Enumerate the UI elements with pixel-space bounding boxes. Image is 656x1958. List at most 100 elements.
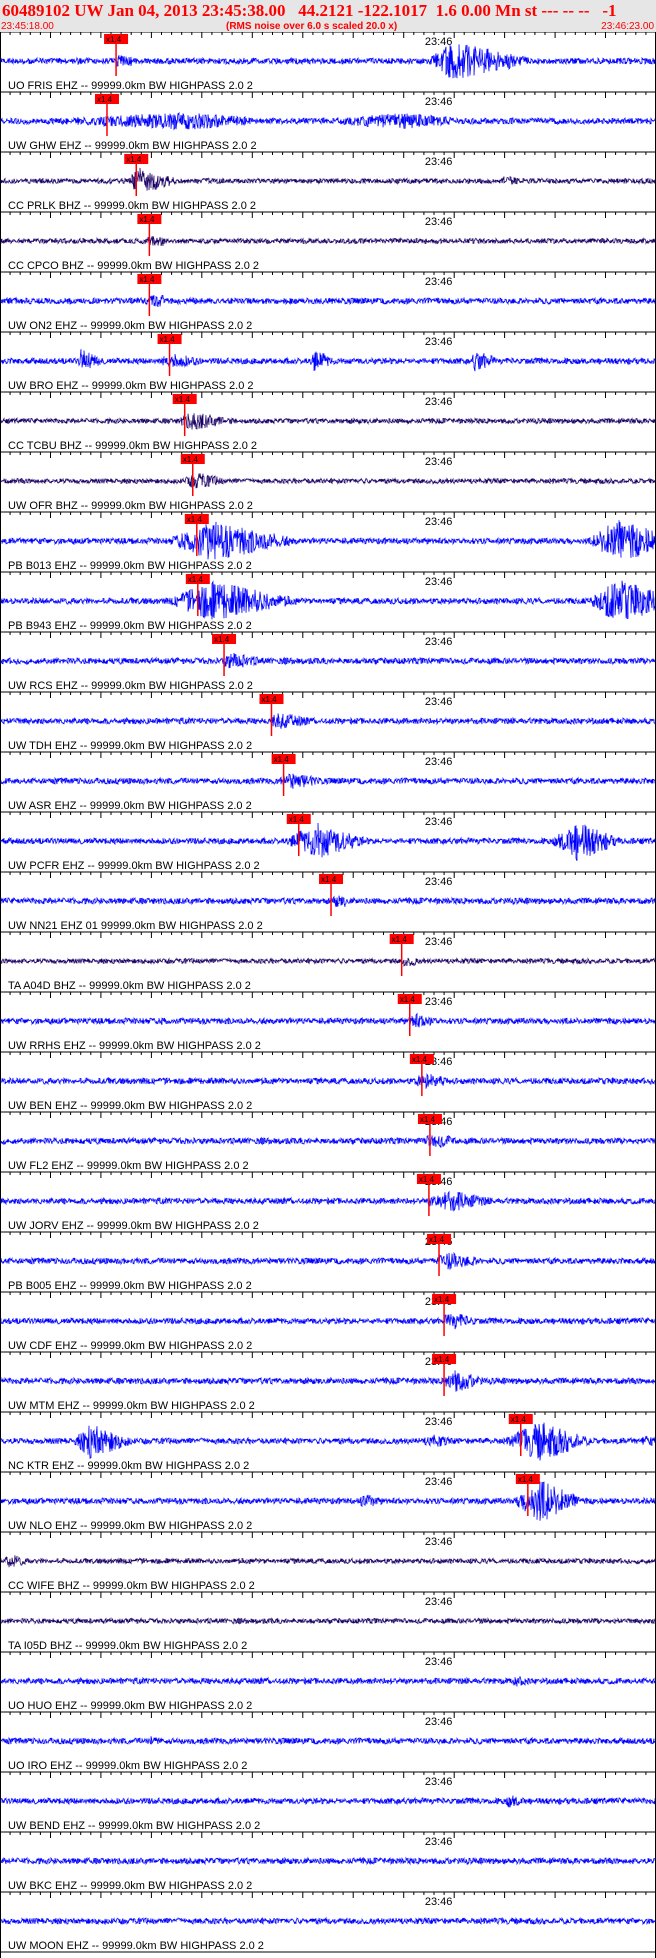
station-label: UW RRHS EHZ -- 99999.0km BW HIGHPASS 2.0… (8, 1040, 261, 1052)
station-label: UW TDH EHZ -- 99999.0km BW HIGHPASS 2.0 … (8, 740, 252, 752)
station-label: UO IRO EHZ -- 99999.0km BW HIGHPASS 2.0 … (8, 1760, 247, 1772)
pick-label: x1.4 (160, 335, 176, 344)
time-ticks (0, 1112, 656, 1118)
waveform-trace (0, 895, 656, 907)
station-label: CC CPCO BHZ -- 99999.0km BW HIGHPASS 2.0… (8, 260, 259, 272)
waveform-trace (0, 349, 656, 372)
minute-label: 23:46 (425, 1656, 453, 1668)
minute-label: 23:46 (425, 636, 453, 648)
waveform-trace (0, 713, 656, 729)
waveform-trace (0, 1555, 656, 1568)
time-ticks (0, 692, 656, 698)
time-ticks (0, 1532, 656, 1538)
waveform-trace (0, 1073, 656, 1089)
minute-label: 23:46 (425, 336, 453, 348)
waveform-trace (0, 520, 656, 560)
station-label: PB B013 EHZ -- 99999.0km BW HIGHPASS 2.0… (8, 560, 252, 572)
waveform-trace (0, 473, 656, 489)
waveform-trace (0, 1012, 656, 1028)
time-ticks (0, 1352, 656, 1358)
pick-label: x1.4 (419, 1175, 435, 1184)
waveform-trace (0, 1314, 656, 1330)
time-ticks (0, 932, 656, 938)
minute-label: 23:46 (425, 576, 453, 588)
minute-label: 23:46 (425, 1716, 453, 1728)
pick-label: x1.4 (420, 1115, 436, 1124)
waveform-trace (0, 235, 656, 247)
waveform-trace (0, 111, 656, 131)
pick-label: x1.4 (139, 215, 155, 224)
minute-label: 23:46 (425, 1536, 453, 1548)
header-bar: 60489102 UW Jan 04, 2013 23:45:38.00 44.… (0, 0, 656, 32)
time-ticks (0, 1892, 656, 1898)
time-ticks (0, 1412, 656, 1418)
station-label: UW ASR EHZ -- 99999.0km BW HIGHPASS 2.0 … (8, 800, 252, 812)
minute-label: 23:46 (425, 36, 453, 48)
station-label: UW FL2 EHZ -- 99999.0km BW HIGHPASS 2.0 … (8, 1160, 249, 1172)
time-ticks (0, 812, 656, 818)
time-ticks (0, 272, 656, 278)
station-label: UW BEND EHZ -- 99999.0km BW HIGHPASS 2.0… (8, 1820, 260, 1832)
station-label: CC TCBU BHZ -- 99999.0km BW HIGHPASS 2.0… (8, 440, 257, 452)
station-label: UW NLO EHZ -- 99999.0km BW HIGHPASS 2.0 … (8, 1520, 252, 1532)
pick-label: x1.4 (289, 815, 305, 824)
waveform-trace (0, 1370, 656, 1392)
seismogram-plot: 23:46 x1.4 UO FRIS EHZ -- 99999.0km BW HIG… (0, 32, 656, 1958)
pick-label: x1.4 (400, 995, 416, 1004)
minute-label: 23:46 (425, 216, 453, 228)
minute-label: 23:46 (425, 516, 453, 528)
pick-label: x1.4 (214, 635, 230, 644)
pick-label: x1.4 (183, 455, 199, 464)
waveform-trace (0, 44, 656, 79)
waveform-trace (0, 773, 656, 789)
time-ticks (0, 32, 656, 38)
minute-label: 23:46 (425, 1836, 453, 1848)
time-ticks (0, 152, 656, 158)
station-label: UW GHW EHZ -- 99999.0km BW HIGHPASS 2.0 … (8, 140, 257, 152)
pick-label: x1.4 (434, 1355, 450, 1364)
station-label: UW PCFR EHZ -- 99999.0km BW HIGHPASS 2.0… (8, 860, 260, 872)
minute-label: 23:46 (425, 696, 453, 708)
time-ticks (0, 632, 656, 638)
minute-label: 23:46 (425, 276, 453, 288)
pick-label: x1.4 (139, 275, 155, 284)
pick-label: x1.4 (412, 1055, 428, 1064)
waveform-trace (0, 1795, 656, 1808)
station-label: PB B943 EHZ -- 99999.0km BW HIGHPASS 2.0… (8, 620, 252, 632)
station-label: UW JORV EHZ -- 99999.0km BW HIGHPASS 2.0… (8, 1220, 259, 1232)
time-ticks (0, 752, 656, 758)
station-label: UO HUO EHZ -- 99999.0km BW HIGHPASS 2.0 … (8, 1700, 252, 1712)
pick-label: x1.4 (429, 1235, 445, 1244)
minute-label: 23:46 (425, 1596, 453, 1608)
waveform-trace (0, 1422, 656, 1461)
pick-label: x1.4 (261, 695, 277, 704)
time-ticks (0, 212, 656, 218)
minute-label: 23:46 (425, 936, 453, 948)
event-title: 60489102 UW Jan 04, 2013 23:45:38.00 44.… (2, 1, 617, 20)
station-label: TA I05D BHZ -- 99999.0km BW HIGHPASS 2.0… (8, 1640, 247, 1652)
time-ticks (0, 1832, 656, 1838)
start-time-label: 23:45:18.00 (1, 21, 54, 32)
station-label: UW RCS EHZ -- 99999.0km BW HIGHPASS 2.0 … (8, 680, 253, 692)
time-ticks (0, 1292, 656, 1298)
station-label: UW BEN EHZ -- 99999.0km BW HIGHPASS 2.0 … (8, 1100, 252, 1112)
time-ticks (0, 1652, 656, 1658)
station-label: CC PRLK BHZ -- 99999.0km BW HIGHPASS 2.0… (8, 200, 256, 212)
waveform-trace (0, 822, 656, 861)
time-ticks (0, 392, 656, 398)
station-label: UO FRIS EHZ -- 99999.0km BW HIGHPASS 2.0… (8, 80, 253, 92)
pick-label: x1.4 (97, 95, 113, 104)
time-ticks (0, 1232, 656, 1238)
minute-label: 23:46 (425, 396, 453, 408)
pick-label: x1.4 (434, 1295, 450, 1304)
waveform-trace (0, 580, 656, 620)
station-label: UW BKC EHZ -- 99999.0km BW HIGHPASS 2.0 … (8, 1880, 252, 1892)
station-label: UW MOON EHZ -- 99999.0km BW HIGHPASS 2.0… (8, 1940, 264, 1952)
minute-label: 23:46 (425, 756, 453, 768)
time-ticks (0, 332, 656, 338)
pick-label: x1.4 (518, 1475, 534, 1484)
pick-label: x1.4 (106, 35, 122, 44)
minute-label: 23:46 (425, 816, 453, 828)
time-ticks (0, 992, 656, 998)
station-label: NC KTR EHZ -- 99999.0km BW HIGHPASS 2.0 … (8, 1460, 249, 1472)
